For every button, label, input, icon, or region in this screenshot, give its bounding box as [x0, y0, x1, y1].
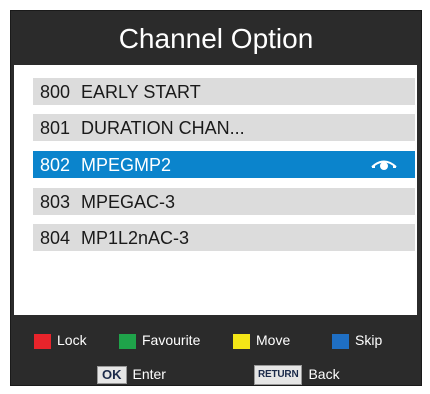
enter-label: Enter	[132, 366, 166, 382]
channel-number: 804	[40, 228, 71, 248]
ok-enter-hint[interactable]: OK Enter	[97, 365, 166, 385]
channel-number: 800	[40, 82, 71, 102]
yellow-key-swatch	[233, 333, 250, 349]
favourite-key-label: Favourite	[142, 332, 201, 348]
channel-number: 801	[40, 118, 71, 138]
lock-key-label: Lock	[57, 332, 87, 348]
skip-key-label: Skip	[355, 332, 383, 348]
channel-name: MPEGMP2	[81, 155, 172, 175]
move-key[interactable]: Move	[233, 332, 291, 349]
channel-name: MP1L2nAC-3	[81, 228, 190, 248]
channel-option-panel: Channel Option 800 EARLY START 801 DURATIO…	[10, 10, 422, 386]
green-key-swatch	[119, 333, 136, 349]
channel-row[interactable]: 800 EARLY START	[33, 78, 415, 105]
blue-key-swatch	[332, 333, 349, 349]
eye-icon	[369, 151, 399, 178]
channel-row-selected[interactable]: 802 MPEGMP2	[33, 151, 415, 178]
channel-row[interactable]: 804 MP1L2nAC-3	[33, 224, 415, 251]
footer-legend: Lock Favourite Move Skip OK Enter RETURN B…	[11, 315, 421, 386]
channel-number: 803	[40, 192, 71, 212]
channel-row[interactable]: 801 DURATION CHAN...	[33, 114, 415, 141]
favourite-key[interactable]: Favourite	[119, 332, 201, 349]
channel-number: 802	[40, 155, 71, 175]
channel-list: 800 EARLY START 801 DURATION CHAN... 802 MP…	[14, 65, 417, 315]
channel-name: EARLY START	[81, 82, 201, 102]
page-title: Channel Option	[118, 23, 314, 54]
lock-key[interactable]: Lock	[34, 332, 87, 349]
red-key-swatch	[34, 333, 51, 349]
return-back-hint[interactable]: RETURN Back	[254, 365, 340, 386]
channel-row[interactable]: 803 MPEGAC-3	[33, 188, 415, 215]
channel-name: MPEGAC-3	[81, 192, 176, 212]
move-key-label: Move	[256, 332, 291, 348]
back-label: Back	[308, 366, 340, 382]
channel-name: DURATION CHAN...	[81, 118, 245, 138]
skip-key[interactable]: Skip	[332, 332, 383, 349]
return-key: RETURN	[254, 365, 303, 386]
ok-key: OK	[97, 366, 127, 385]
